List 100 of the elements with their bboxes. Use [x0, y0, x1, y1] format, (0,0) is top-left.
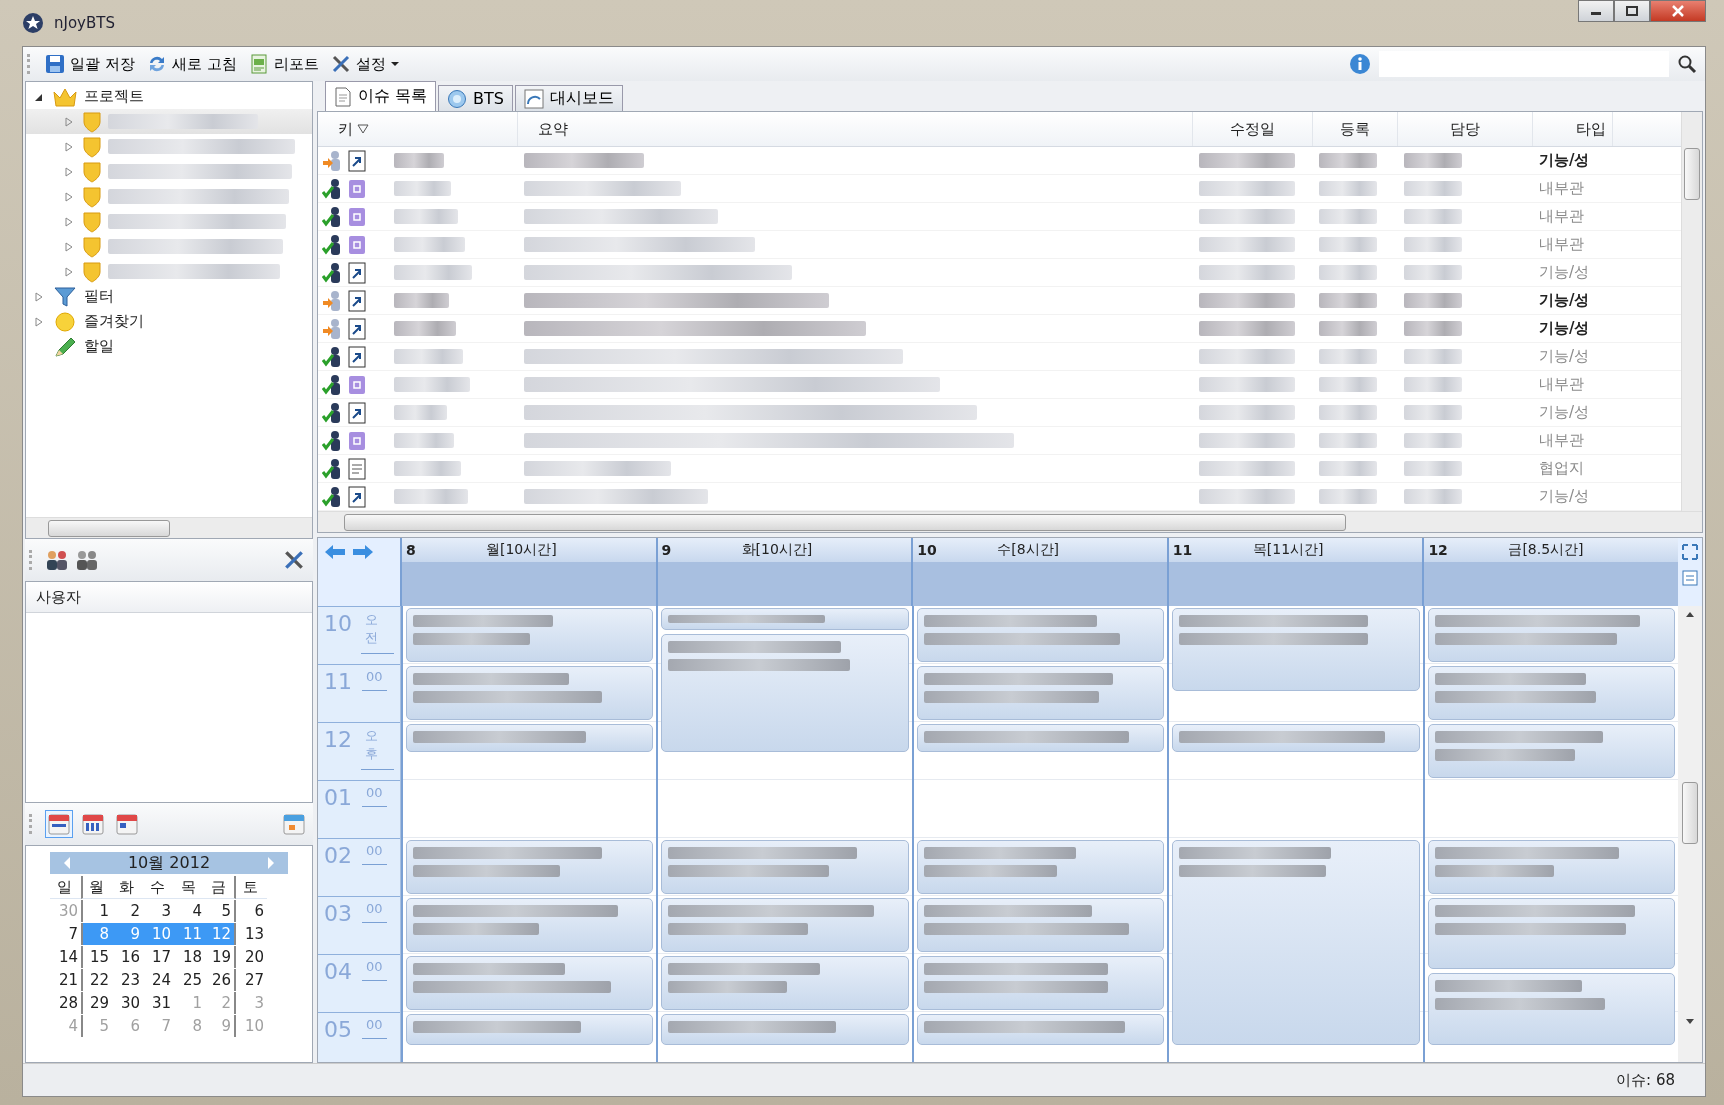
appointment-block[interactable] — [916, 1014, 1165, 1045]
appointment-block[interactable] — [406, 666, 654, 720]
scroll-up-icon[interactable] — [1685, 610, 1696, 618]
expand-arrow-icon[interactable] — [34, 316, 44, 327]
tab[interactable]: BTS — [438, 85, 513, 111]
appointment-block[interactable] — [1427, 840, 1676, 894]
column-header[interactable]: 수정일 — [1193, 112, 1313, 146]
right-arrow-icon[interactable] — [352, 544, 374, 560]
maximize-button[interactable] — [1614, 0, 1650, 22]
calendar-day[interactable]: 19 — [205, 946, 236, 968]
calendar-day[interactable]: 23 — [112, 969, 143, 991]
toolbar-button[interactable]: 리포트 — [244, 52, 323, 76]
tree-item[interactable]: 필터 — [26, 284, 312, 309]
scrollbar-thumb[interactable] — [1682, 782, 1699, 844]
info-icon[interactable] — [1349, 53, 1371, 75]
appointment-block[interactable] — [916, 666, 1165, 720]
expand-icon[interactable] — [1681, 544, 1698, 560]
column-header[interactable]: 타입 — [1533, 112, 1613, 146]
next-month-button[interactable] — [266, 856, 276, 870]
users-icon[interactable] — [45, 549, 69, 571]
project-item[interactable] — [26, 109, 312, 134]
calendar-day[interactable]: 31 — [143, 992, 174, 1014]
appointment-block[interactable] — [1427, 898, 1676, 970]
calendar-day[interactable]: 18 — [174, 946, 205, 968]
calendar-day[interactable]: 17 — [143, 946, 174, 968]
tree-item[interactable]: 즐겨찾기 — [26, 309, 312, 334]
calendar-day[interactable]: 25 — [174, 969, 205, 991]
appointment-block[interactable] — [1172, 840, 1420, 1045]
appointment-block[interactable] — [406, 840, 654, 894]
calendar-day[interactable]: 13 — [236, 923, 267, 945]
calendar-day[interactable]: 4 — [174, 900, 205, 922]
appointment-block[interactable] — [1427, 608, 1676, 662]
vertical-scrollbar[interactable] — [1678, 606, 1702, 1062]
calendar-day[interactable]: 30 — [112, 992, 143, 1014]
column-header[interactable]: 키 — [318, 112, 518, 146]
appointment-block[interactable] — [1172, 608, 1420, 691]
toolbar-button[interactable]: 새로 고침 — [142, 52, 241, 76]
tools-icon[interactable] — [283, 549, 305, 571]
calendar-icon[interactable] — [283, 813, 305, 835]
appointment-block[interactable] — [406, 608, 654, 662]
calendar-day[interactable]: 6 — [236, 900, 267, 922]
vertical-scrollbar[interactable] — [1681, 112, 1702, 511]
appointment-block[interactable] — [1427, 973, 1676, 1045]
tree-item[interactable]: 할일 — [26, 334, 312, 359]
calendar-day[interactable]: 28 — [50, 992, 81, 1014]
column-header[interactable]: 등록 — [1313, 112, 1398, 146]
appointment-block[interactable] — [1427, 724, 1676, 778]
tab[interactable]: 대시보드 — [515, 85, 623, 111]
day-header[interactable]: 10 수[8시간] — [913, 538, 1167, 562]
day-view-button[interactable] — [45, 810, 73, 838]
day-header[interactable]: 12 금[8.5시간] — [1424, 538, 1678, 562]
expand-arrow-icon[interactable] — [64, 266, 74, 277]
appointment-block[interactable] — [406, 956, 654, 1010]
minimize-button[interactable] — [1578, 0, 1614, 22]
previous-month-button[interactable] — [62, 856, 72, 870]
day-header[interactable]: 8 월[10시간] — [402, 538, 656, 562]
close-button[interactable] — [1650, 0, 1706, 22]
calendar-day[interactable]: 22 — [81, 969, 112, 991]
calendar-day[interactable]: 20 — [236, 946, 267, 968]
calendar-day[interactable]: 24 — [143, 969, 174, 991]
toolbar-button[interactable]: 설정 — [326, 52, 403, 76]
calendar-day[interactable]: 2 — [112, 900, 143, 922]
search-icon[interactable] — [1677, 54, 1697, 74]
calendar-day[interactable]: 27 — [236, 969, 267, 991]
expand-arrow-icon[interactable] — [64, 191, 74, 202]
calendar-day[interactable]: 3 — [143, 900, 174, 922]
appointment-block[interactable] — [406, 898, 654, 952]
appointment-block[interactable] — [916, 724, 1165, 752]
column-header[interactable]: 요약 — [518, 112, 1193, 146]
appointment-block[interactable] — [661, 634, 909, 752]
left-arrow-icon[interactable] — [324, 544, 346, 560]
calendar-day[interactable]: 15 — [81, 946, 112, 968]
tree-item[interactable]: 프로젝트 — [26, 84, 312, 109]
appointment-block[interactable] — [916, 608, 1165, 662]
toolbar-button[interactable]: 일괄 저장 — [41, 52, 139, 76]
expand-arrow-icon[interactable] — [34, 291, 44, 302]
appointment-block[interactable] — [1427, 666, 1676, 720]
appointment-block[interactable] — [661, 956, 909, 1010]
expand-arrow-icon[interactable] — [64, 241, 74, 252]
tab[interactable]: 이슈 목록 — [325, 81, 437, 111]
appointment-block[interactable] — [406, 724, 654, 752]
expand-arrow-icon[interactable] — [64, 216, 74, 227]
calendar-day[interactable]: 26 — [205, 969, 236, 991]
appointment-block[interactable] — [661, 1014, 909, 1045]
appointment-block[interactable] — [661, 898, 909, 952]
day-header[interactable]: 11 목[11시간] — [1168, 538, 1423, 562]
list-icon[interactable] — [1681, 570, 1698, 586]
calendar-day[interactable]: 14 — [50, 946, 81, 968]
expand-arrow-icon[interactable] — [64, 116, 74, 127]
calendar-day[interactable]: 21 — [50, 969, 81, 991]
appointment-block[interactable] — [661, 840, 909, 894]
appointment-block[interactable] — [916, 898, 1165, 952]
appointment-block[interactable] — [916, 840, 1165, 894]
day-header[interactable]: 9 화[10시간] — [657, 538, 912, 562]
column-header[interactable]: 담당 — [1398, 112, 1533, 146]
calendar-day[interactable]: 7 — [50, 923, 81, 945]
appointment-block[interactable] — [661, 608, 909, 631]
appointment-block[interactable] — [1172, 724, 1420, 752]
expand-arrow-icon[interactable] — [64, 141, 74, 152]
appointment-block[interactable] — [916, 956, 1165, 1010]
